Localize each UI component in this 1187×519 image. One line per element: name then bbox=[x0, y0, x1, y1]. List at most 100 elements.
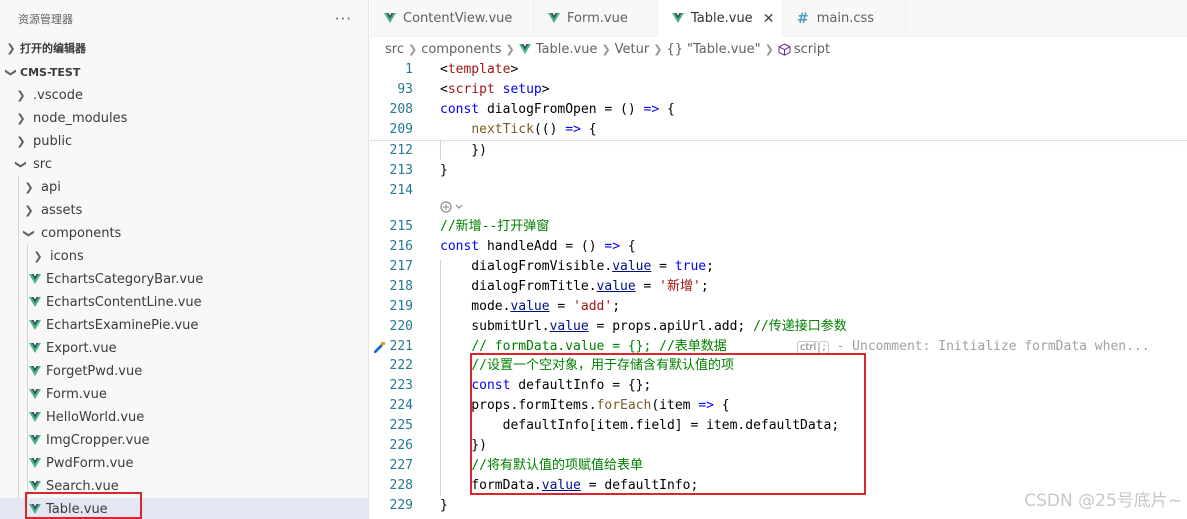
code-text: } bbox=[440, 163, 448, 178]
line-number: 225 bbox=[389, 418, 413, 433]
chevron-right-icon: ❯ bbox=[407, 42, 418, 56]
vue-icon bbox=[29, 343, 41, 354]
chevron-right-icon: ❯ bbox=[653, 42, 663, 56]
breadcrumb-symbol[interactable]: "Table.vue" bbox=[687, 42, 761, 57]
file-item-helloworld-vue[interactable]: HelloWorld.vue bbox=[0, 406, 368, 429]
breadcrumb-file[interactable]: Table.vue bbox=[536, 42, 598, 57]
folder-item-public[interactable]: ❯ public bbox=[0, 130, 368, 153]
breadcrumb: src ❯ components ❯ Table.vue ❯ Vetur ❯ {… bbox=[385, 38, 830, 60]
vue-icon bbox=[29, 274, 41, 285]
tab-label: Form.vue bbox=[567, 11, 628, 26]
explorer-sidebar: 资源管理器 ··· ❯ 打开的编辑器 ❯ CMS-TEST ❯ .vscode ❯ n… bbox=[0, 0, 369, 519]
vue-icon bbox=[29, 458, 41, 469]
line-number: 93 bbox=[397, 82, 413, 97]
watermark: CSDN @25号底片~ bbox=[1024, 491, 1182, 511]
folder-item-components[interactable]: ❯ components bbox=[0, 222, 368, 245]
line-number: 213 bbox=[389, 163, 413, 178]
vue-icon bbox=[29, 297, 41, 308]
hash-icon: # bbox=[797, 10, 809, 27]
tab-label: ContentView.vue bbox=[403, 11, 513, 26]
vue-icon bbox=[384, 13, 396, 24]
line-number: 212 bbox=[389, 143, 413, 158]
chevron-right-icon: ❯ bbox=[16, 135, 26, 148]
tab-label: Table.vue bbox=[691, 11, 753, 26]
annotation-highlight-box bbox=[25, 492, 142, 519]
breadcrumb-vetur[interactable]: Vetur bbox=[615, 42, 650, 57]
breadcrumb-src[interactable]: src bbox=[385, 42, 404, 57]
folder-item-node-modules[interactable]: ❯ node_modules bbox=[0, 107, 368, 130]
vue-icon bbox=[29, 366, 41, 377]
close-icon[interactable]: ✕ bbox=[763, 11, 775, 27]
folder-item-api[interactable]: ❯ api bbox=[0, 176, 368, 199]
code-text: } bbox=[440, 498, 448, 513]
code-text: mode.value = 'add'; bbox=[440, 299, 621, 314]
chevron-down-icon: ❯ bbox=[22, 228, 36, 239]
file-item-imgcropper-vue[interactable]: ImgCropper.vue bbox=[0, 429, 368, 452]
tab-main-css[interactable]: # main.css bbox=[783, 0, 906, 37]
code-text: nextTick(() => { bbox=[471, 122, 597, 137]
annotation-highlight-box bbox=[470, 353, 866, 495]
file-item-echartscategorybar-vue[interactable]: EchartsCategoryBar.vue bbox=[0, 268, 368, 291]
folder-item-src[interactable]: ❯ src bbox=[0, 153, 368, 176]
tab-table[interactable]: Table.vue ✕ bbox=[658, 0, 783, 37]
folder-item-icons[interactable]: ❯ icons bbox=[0, 245, 368, 268]
tree-item-label: ForgetPwd.vue bbox=[46, 364, 143, 379]
indent-guide bbox=[440, 140, 441, 160]
chevron-down-icon: ❯ bbox=[14, 159, 28, 170]
vue-icon bbox=[29, 412, 41, 423]
copilot-icon[interactable] bbox=[440, 200, 464, 217]
folder-item-vscode[interactable]: ❯ .vscode bbox=[0, 84, 368, 107]
code-line: 218 dialogFromTitle.value = '新增'; bbox=[370, 277, 1187, 297]
chevron-right-icon: ❯ bbox=[24, 181, 34, 194]
file-item-echartscontentline-vue[interactable]: EchartsContentLine.vue bbox=[0, 291, 368, 314]
tree-item-label: public bbox=[33, 134, 73, 149]
code-line: 1 <template> bbox=[370, 60, 1187, 80]
line-number: 227 bbox=[389, 458, 413, 473]
tree-item-label: .vscode bbox=[33, 88, 83, 103]
line-number: 219 bbox=[389, 299, 413, 314]
tree-item-label: assets bbox=[41, 203, 83, 218]
line-number: 215 bbox=[389, 219, 413, 234]
file-item-export-vue[interactable]: Export.vue bbox=[0, 337, 368, 360]
project-label: CMS-TEST bbox=[20, 65, 81, 79]
line-number: 226 bbox=[389, 438, 413, 453]
breadcrumb-script[interactable]: script bbox=[794, 42, 830, 57]
lightbulb-icon[interactable] bbox=[372, 341, 385, 353]
open-editors-section[interactable]: ❯ 打开的编辑器 bbox=[0, 37, 368, 59]
tab-contentview[interactable]: ContentView.vue bbox=[370, 0, 534, 37]
file-item-form-vue[interactable]: Form.vue bbox=[0, 383, 368, 406]
code-line: 213} bbox=[370, 161, 1187, 181]
code-editor[interactable]: 1 <template> 93 <script setup> 208 const dial… bbox=[370, 60, 1187, 519]
file-item-echartsexaminepie-vue[interactable]: EchartsExaminePie.vue bbox=[0, 314, 368, 337]
chevron-right-icon: ❯ bbox=[16, 112, 26, 125]
vue-icon bbox=[29, 320, 41, 331]
tree-item-label: EchartsExaminePie.vue bbox=[46, 318, 199, 333]
tree-item-label: EchartsContentLine.vue bbox=[46, 295, 202, 310]
tree-item-label: src bbox=[33, 157, 52, 172]
more-actions-button[interactable]: ··· bbox=[335, 10, 352, 28]
breadcrumb-components[interactable]: components bbox=[421, 42, 501, 57]
tree-item-label: icons bbox=[50, 249, 84, 264]
project-section[interactable]: ❯ CMS-TEST bbox=[0, 61, 368, 83]
tree-item-label: EchartsCategoryBar.vue bbox=[46, 272, 204, 287]
file-item-pwdform-vue[interactable]: PwdForm.vue bbox=[0, 452, 368, 475]
tree-item-label: components bbox=[41, 226, 122, 241]
code-line: 217 dialogFromVisible.value = true; bbox=[370, 257, 1187, 277]
tree-item-label: HelloWorld.vue bbox=[46, 410, 145, 425]
code-line: 219 mode.value = 'add'; bbox=[370, 297, 1187, 317]
vue-icon bbox=[29, 481, 41, 492]
tab-form[interactable]: Form.vue bbox=[534, 0, 658, 37]
line-number: 209 bbox=[389, 122, 413, 137]
folder-item-assets[interactable]: ❯ assets bbox=[0, 199, 368, 222]
line-number: 220 bbox=[389, 319, 413, 334]
file-item-forgetpwd-vue[interactable]: ForgetPwd.vue bbox=[0, 360, 368, 383]
line-number: 229 bbox=[389, 498, 413, 513]
code-text: const handleAdd = () => { bbox=[440, 239, 636, 254]
tree-item-label: node_modules bbox=[33, 111, 128, 126]
tree-item-label: Export.vue bbox=[46, 341, 117, 356]
line-number: 1 bbox=[405, 62, 413, 77]
open-editors-label: 打开的编辑器 bbox=[20, 42, 86, 55]
tree-item-label: Form.vue bbox=[46, 387, 107, 402]
line-number: 208 bbox=[389, 102, 413, 117]
code-text: <template> bbox=[440, 62, 519, 77]
